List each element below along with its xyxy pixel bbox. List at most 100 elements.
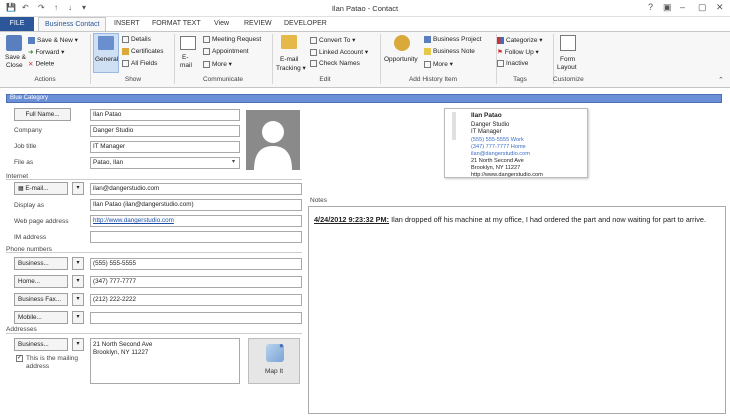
group-label-communicate: Communicate [202, 76, 244, 83]
form-layout-button[interactable]: Form [560, 56, 575, 63]
phone-home-field[interactable]: (347) 777-7777 [90, 276, 302, 288]
card-home-phone: (347) 777-7777 Home [471, 144, 526, 150]
phone-fax-dropdown[interactable]: ▾ [72, 293, 84, 306]
phone-mobile-button[interactable]: Mobile... [14, 311, 68, 324]
phone-mobile-dropdown[interactable]: ▾ [72, 311, 84, 324]
section-divider [6, 333, 302, 334]
job-title-label: Job title [14, 143, 37, 150]
delete-button[interactable]: ✕ Delete [28, 60, 54, 68]
company-label: Company [14, 127, 42, 134]
close-icon[interactable]: ✕ [716, 2, 724, 13]
save-close-label: Save & [5, 54, 26, 61]
phone-fax-field[interactable]: (212) 222-2222 [90, 294, 302, 306]
tab-review[interactable]: REVIEW [238, 17, 278, 31]
note-icon [424, 48, 431, 55]
email-field[interactable]: ilan@dangerstudio.com [90, 183, 302, 195]
tab-developer[interactable]: DEVELOPER [278, 17, 333, 31]
all-fields-button[interactable]: All Fields [122, 60, 157, 67]
email-select-button[interactable]: ▦ E-mail... [14, 182, 68, 195]
linked-account-button[interactable]: Linked Account ▾ [310, 48, 368, 56]
email-label-2: mail [180, 62, 192, 69]
ribbon-separator [272, 34, 273, 84]
note-timestamp: 4/24/2012 9:23:32 PM: [314, 215, 390, 224]
meeting-icon [203, 36, 210, 43]
phone-business-button[interactable]: Business... [14, 257, 68, 270]
address-type-dropdown[interactable]: ▾ [72, 338, 84, 351]
tab-insert[interactable]: INSERT [108, 17, 146, 31]
card-company: Danger Studio [471, 122, 510, 128]
mailing-address-checkbox[interactable]: ✓ [16, 355, 23, 362]
address-type-button[interactable]: Business... [14, 338, 68, 351]
forward-icon: ➜ [28, 49, 34, 57]
email-button[interactable]: E- [182, 54, 189, 61]
phone-mobile-field[interactable] [90, 312, 302, 324]
appointment-label: Appointment [212, 48, 249, 56]
ribbon-separator [90, 34, 91, 84]
convert-to-button[interactable]: Convert To ▾ [310, 36, 355, 44]
save-new-button[interactable]: Save & New ▾ [28, 36, 78, 44]
inactive-button[interactable]: Inactive [497, 60, 528, 67]
minimize-icon[interactable]: – [680, 2, 685, 12]
save-close-button[interactable]: Save & [5, 54, 26, 61]
details-button[interactable]: Details [122, 36, 151, 43]
full-name-field[interactable]: Ilan Patao [90, 109, 240, 121]
check-names-button[interactable]: Check Names [310, 60, 360, 67]
email-button-label: E-mail... [25, 185, 49, 192]
web-page-field[interactable]: http://www.dangerstudio.com [90, 215, 302, 227]
follow-up-button[interactable]: ⚑ Follow Up ▾ [497, 48, 539, 56]
display-as-field[interactable]: Ilan Patao (ilan@dangerstudio.com) [90, 199, 302, 211]
tab-business-contact[interactable]: Business Contact [38, 17, 107, 31]
phone-business-dropdown[interactable]: ▾ [72, 257, 84, 270]
email-tracking-icon [281, 35, 297, 49]
section-divider [6, 179, 302, 180]
opportunity-icon [394, 35, 410, 51]
tab-format-text[interactable]: FORMAT TEXT [146, 17, 207, 31]
card-street: 21 North Second Ave [471, 158, 524, 164]
email-type-dropdown[interactable]: ▾ [72, 182, 84, 195]
company-field[interactable]: Danger Studio [90, 125, 240, 137]
categorize-button[interactable]: Categorize ▾ [497, 36, 543, 44]
appointment-button[interactable]: Appointment [203, 48, 249, 55]
ribbon-separator [380, 34, 381, 84]
business-project-button[interactable]: Business Project [424, 36, 481, 43]
phone-business-field[interactable]: (555) 555-5555 [90, 258, 302, 270]
certificates-button[interactable]: Certificates [122, 48, 164, 55]
help-icon[interactable]: ? [648, 2, 653, 12]
delete-icon: ✕ [28, 61, 34, 68]
tab-file[interactable]: FILE [0, 17, 34, 31]
ribbon-display-icon[interactable]: ▣ [663, 2, 672, 13]
inactive-label: Inactive [506, 60, 529, 68]
email-label: E- [182, 54, 189, 61]
job-title-field[interactable]: IT Manager [90, 141, 240, 153]
opportunity-button[interactable]: Opportunity [384, 56, 418, 63]
phone-home-dropdown[interactable]: ▾ [72, 275, 84, 288]
meeting-request-button[interactable]: Meeting Request [203, 36, 261, 43]
details-icon [122, 36, 129, 43]
im-address-label: IM address [14, 234, 47, 241]
collapse-ribbon-icon[interactable]: ⌃ [718, 76, 724, 84]
window-title: Ilan Patao - Contact [331, 4, 399, 13]
more-communicate-button[interactable]: More ▾ [203, 60, 232, 68]
flag-icon: ⚑ [497, 49, 503, 57]
phone-fax-button[interactable]: Business Fax... [14, 293, 68, 306]
mailing-address-label-2: address [26, 363, 50, 370]
forward-button[interactable]: ➜ Forward ▾ [28, 48, 64, 56]
note-label: Business Note [433, 48, 475, 56]
history-more-button[interactable]: More ▾ [424, 60, 453, 68]
file-as-value: Patao, Ilan [93, 159, 124, 166]
email-tracking-button[interactable]: E-mail [280, 56, 298, 63]
phone-home-button[interactable]: Home... [14, 275, 68, 288]
address-field[interactable]: 21 North Second Ave Brooklyn, NY 11227 [90, 338, 240, 384]
tracking-label-text: Tracking [276, 65, 301, 72]
tab-view[interactable]: View [208, 17, 235, 31]
full-name-button[interactable]: Full Name... [14, 108, 71, 121]
notes-field[interactable] [308, 206, 726, 414]
contact-photo[interactable] [246, 110, 300, 170]
save-close-label-2: Close [6, 62, 23, 69]
display-as-label: Display as [14, 202, 44, 209]
restore-icon[interactable]: ▢ [698, 2, 707, 13]
im-address-field[interactable] [90, 231, 302, 243]
address-line-1: 21 North Second Ave [93, 341, 153, 348]
business-note-button[interactable]: Business Note [424, 48, 475, 55]
file-as-dropdown[interactable]: Patao, Ilan [90, 157, 240, 169]
